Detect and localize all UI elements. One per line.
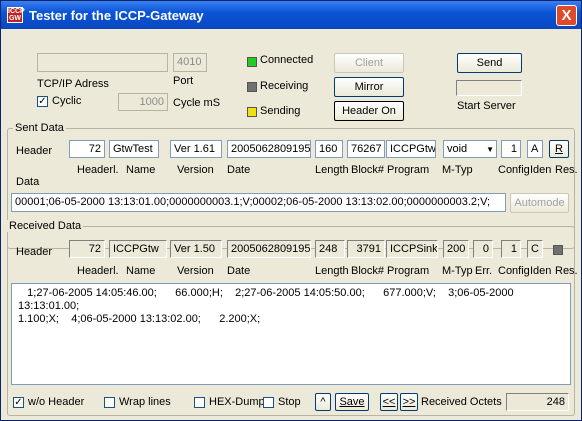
app-icon: ICCP GW	[7, 7, 25, 23]
connected-label: Connected	[260, 54, 314, 66]
cyclic-checkbox[interactable]: ✓	[37, 96, 48, 107]
received-col-config: Config	[498, 265, 530, 277]
previous-button-label: <<	[382, 396, 396, 408]
port-input[interactable]: 4010	[173, 53, 207, 72]
received-col-length: Length	[315, 265, 349, 277]
received-headerl-field: 72	[69, 240, 105, 258]
received-col-date: Date	[227, 265, 251, 277]
received-col-err: Err.	[475, 265, 493, 277]
sent-col-block: Block#	[351, 164, 385, 176]
next-button-label: >>	[402, 396, 416, 408]
stop-checkbox[interactable]	[263, 397, 274, 408]
sent-col-date: Date	[227, 164, 251, 176]
connected-indicator-icon	[247, 57, 257, 67]
received-config-field: 1	[501, 240, 521, 258]
wrap-lines-checkbox[interactable]	[104, 397, 115, 408]
received-program-field: ICCPSink	[386, 240, 438, 258]
sent-col-iden: Iden	[530, 164, 552, 176]
received-octets-label: Received Octets	[421, 396, 502, 408]
port-label: Port	[173, 75, 194, 87]
sent-col-program: Program	[387, 164, 430, 176]
sent-headerl-field[interactable]: 72	[69, 140, 105, 158]
received-mtyp-field: 200	[443, 240, 469, 258]
receiving-label: Receiving	[260, 80, 309, 92]
received-col-headerl: Headerl.	[77, 265, 119, 277]
sent-mtyp-value: void	[447, 143, 468, 155]
sent-program-field[interactable]: ICCPGtw	[386, 140, 436, 158]
sending-label: Sending	[260, 105, 301, 117]
sent-mtyp-select[interactable]: void ▼	[443, 140, 497, 158]
receiving-indicator-icon	[247, 82, 257, 92]
received-col-version: Version	[177, 265, 214, 277]
sent-length-field[interactable]: 160	[315, 140, 343, 158]
mirror-button[interactable]: Mirror	[334, 77, 404, 97]
received-date-field: 20050628091952	[227, 240, 311, 258]
server-status-box	[456, 80, 522, 96]
hex-dump-label: HEX-Dump	[209, 396, 265, 408]
received-version-field: Ver 1.50	[170, 240, 222, 258]
scroll-up-button[interactable]: ^	[315, 393, 331, 411]
sent-col-version: Version	[177, 164, 214, 176]
cycle-ms-label: Cycle mS	[173, 97, 221, 109]
cyclic-label: Cyclic	[52, 95, 82, 107]
sent-col-name: Name	[126, 164, 156, 176]
sent-config-field[interactable]: 1	[501, 140, 521, 158]
sent-col-headerl: Headerl.	[77, 164, 119, 176]
sent-name-field[interactable]: GtwTest	[109, 140, 159, 158]
sent-col-res: Res.	[555, 164, 578, 176]
received-header-label: Header	[16, 246, 53, 258]
sent-data-label: Data	[16, 176, 40, 188]
wo-header-label: w/o Header	[28, 396, 85, 408]
automode-button[interactable]: Automode	[510, 193, 569, 213]
received-col-res: Res.	[555, 265, 578, 277]
received-name-field: ICCPGtw	[109, 240, 167, 258]
send-button[interactable]: Send	[457, 53, 522, 73]
received-err-field: 0	[473, 240, 493, 258]
received-data-title: Received Data	[7, 220, 84, 232]
tcp-ip-address-input[interactable]	[37, 53, 168, 72]
sent-version-field[interactable]: Ver 1.61	[170, 140, 222, 158]
previous-button[interactable]: <<	[380, 393, 398, 411]
received-col-iden: Iden	[530, 265, 552, 277]
client-button[interactable]: Client	[334, 53, 404, 73]
close-button[interactable]: X	[556, 5, 577, 26]
save-button[interactable]: Save	[335, 393, 369, 411]
tcp-ip-address-label: TCP/IP Adress	[37, 78, 109, 90]
wrap-lines-label: Wrap lines	[119, 396, 171, 408]
hex-dump-checkbox[interactable]	[194, 397, 205, 408]
wo-header-checkbox[interactable]: ✓	[13, 397, 24, 408]
received-col-block: Block#	[351, 265, 385, 277]
sent-header-label: Header	[16, 145, 53, 157]
sent-block-field[interactable]: 76267	[347, 140, 385, 158]
chevron-down-icon[interactable]: ▼	[486, 142, 494, 157]
sending-indicator-icon	[247, 107, 257, 117]
received-status-indicator-icon	[553, 245, 563, 255]
sent-data-input[interactable]: 00001;06-05-2000 13:13:01.00;0000000003.…	[11, 193, 506, 212]
received-col-program: Program	[387, 265, 430, 277]
app-window: ICCP GW Tester for the ICCP-Gateway X 401…	[0, 0, 582, 421]
received-block-field: 3791	[347, 240, 385, 258]
cycle-ms-input[interactable]: 1000	[118, 93, 168, 111]
next-button[interactable]: >>	[400, 393, 418, 411]
sent-data-title: Sent Data	[13, 122, 66, 134]
start-server-label[interactable]: Start Server	[457, 100, 516, 112]
window-title: Tester for the ICCP-Gateway	[29, 8, 204, 23]
sent-col-length: Length	[315, 164, 349, 176]
save-button-label: Save	[339, 396, 365, 408]
stop-label: Stop	[278, 396, 301, 408]
sent-col-mtyp: M-Typ	[442, 164, 473, 176]
received-length-field: 248	[315, 240, 345, 258]
title-bar[interactable]: ICCP GW Tester for the ICCP-Gateway X	[1, 1, 581, 29]
received-col-name: Name	[126, 265, 156, 277]
sent-iden-field[interactable]: A	[527, 140, 543, 158]
sent-res-button[interactable]: R	[549, 140, 569, 158]
sent-res-button-label: R	[555, 143, 563, 155]
received-octets-value: 248	[506, 393, 569, 411]
sent-col-config: Config	[498, 164, 530, 176]
header-on-button[interactable]: Header On	[334, 101, 404, 121]
received-iden-field: C	[527, 240, 543, 258]
sent-date-field[interactable]: 20050628091955	[227, 140, 311, 158]
received-col-mtyp: M-Typ	[442, 265, 473, 277]
received-data-textarea[interactable]: 1;27-06-2005 14:05:46.00; 66.000;H; 2;27…	[11, 283, 571, 385]
